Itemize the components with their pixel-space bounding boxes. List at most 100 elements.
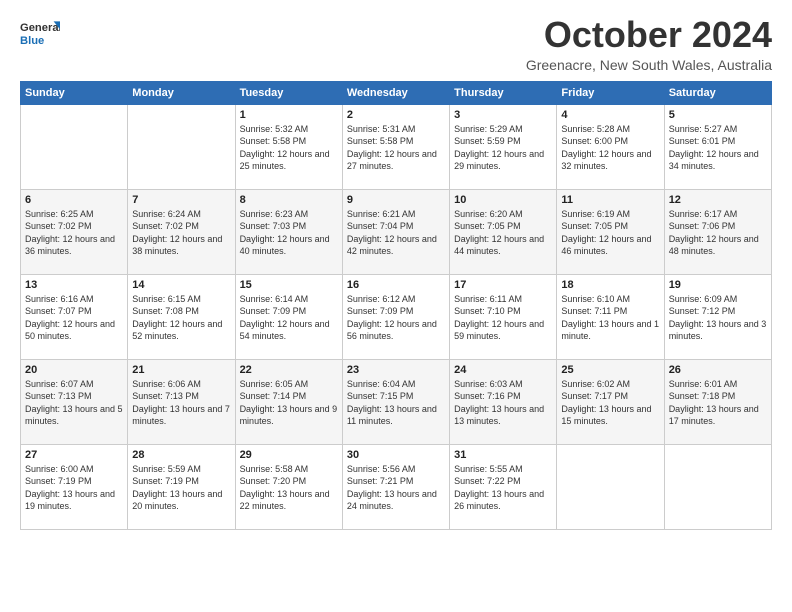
svg-text:Blue: Blue [20, 35, 44, 47]
calendar-cell: 1Sunrise: 5:32 AMSunset: 5:58 PMDaylight… [235, 104, 342, 189]
calendar-week-row: 1Sunrise: 5:32 AMSunset: 5:58 PMDaylight… [21, 104, 772, 189]
calendar-week-row: 27 Sunrise: 6:00 AMSunset: 7:19 PMDayligh… [21, 444, 772, 529]
day-number: 7 [132, 194, 230, 206]
day-info: Sunrise: 5:58 AMSunset: 7:20 PMDaylight:… [240, 463, 338, 513]
calendar-cell: 21 Sunrise: 6:06 AMSunset: 7:13 PMDayligh… [128, 359, 235, 444]
day-number: 21 [132, 364, 230, 376]
day-number: 19 [669, 279, 767, 291]
day-number: 3 [454, 109, 552, 121]
day-number: 2 [347, 109, 445, 121]
day-info: Sunrise: 6:23 AMSunset: 7:03 PMDaylight:… [240, 208, 338, 258]
calendar-cell: 3 Sunrise: 5:29 AMSunset: 5:59 PMDaylight… [450, 104, 557, 189]
logo-icon: General Blue [20, 15, 60, 55]
day-number: 15 [240, 279, 338, 291]
day-info: Sunrise: 6:06 AMSunset: 7:13 PMDaylight:… [132, 378, 230, 428]
calendar-cell: 30Sunrise: 5:56 AMSunset: 7:21 PMDayligh… [342, 444, 449, 529]
day-info: Sunrise: 6:11 AMSunset: 7:10 PMDaylight:… [454, 293, 552, 343]
day-info: Sunrise: 6:24 AMSunset: 7:02 PMDaylight:… [132, 208, 230, 258]
day-number: 28 [132, 449, 230, 461]
day-info: Sunrise: 6:07 AMSunset: 7:13 PMDaylight:… [25, 378, 123, 428]
calendar-header-row: Sunday Monday Tuesday Wednesday Thursday… [21, 81, 772, 104]
th-friday: Friday [557, 81, 664, 104]
day-info: Sunrise: 6:01 AMSunset: 7:18 PMDaylight:… [669, 378, 767, 428]
day-info: Sunrise: 5:28 AMSunset: 6:00 PMDaylight:… [561, 123, 659, 173]
calendar-cell: 19Sunrise: 6:09 AMSunset: 7:12 PMDayligh… [664, 274, 771, 359]
day-number: 30 [347, 449, 445, 461]
svg-text:General: General [20, 22, 60, 34]
day-number: 23 [347, 364, 445, 376]
day-info: Sunrise: 6:14 AMSunset: 7:09 PMDaylight:… [240, 293, 338, 343]
day-info: Sunrise: 6:05 AMSunset: 7:14 PMDaylight:… [240, 378, 338, 428]
calendar-week-row: 20 Sunrise: 6:07 AMSunset: 7:13 PMDayligh… [21, 359, 772, 444]
month-title: October 2024 [526, 15, 772, 55]
calendar-cell: 18 Sunrise: 6:10 AMSunset: 7:11 PMDayligh… [557, 274, 664, 359]
day-info: Sunrise: 5:55 AMSunset: 7:22 PMDaylight:… [454, 463, 552, 513]
calendar-cell: 27 Sunrise: 6:00 AMSunset: 7:19 PMDayligh… [21, 444, 128, 529]
day-info: Sunrise: 5:31 AMSunset: 5:58 PMDaylight:… [347, 123, 445, 173]
calendar-cell [128, 104, 235, 189]
title-block: October 2024 Greenacre, New South Wales,… [526, 15, 772, 73]
calendar-cell: 15 Sunrise: 6:14 AMSunset: 7:09 PMDayligh… [235, 274, 342, 359]
calendar-cell: 7 Sunrise: 6:24 AMSunset: 7:02 PMDaylight… [128, 189, 235, 274]
calendar-table: Sunday Monday Tuesday Wednesday Thursday… [20, 81, 772, 530]
th-saturday: Saturday [664, 81, 771, 104]
day-number: 20 [25, 364, 123, 376]
day-number: 12 [669, 194, 767, 206]
logo: General Blue [20, 15, 60, 55]
day-number: 8 [240, 194, 338, 206]
calendar-cell: 28 Sunrise: 5:59 AMSunset: 7:19 PMDayligh… [128, 444, 235, 529]
th-monday: Monday [128, 81, 235, 104]
calendar-cell [557, 444, 664, 529]
day-number: 17 [454, 279, 552, 291]
calendar-week-row: 6Sunrise: 6:25 AMSunset: 7:02 PMDaylight… [21, 189, 772, 274]
day-info: Sunrise: 5:59 AMSunset: 7:19 PMDaylight:… [132, 463, 230, 513]
day-number: 26 [669, 364, 767, 376]
calendar-cell: 22 Sunrise: 6:05 AMSunset: 7:14 PMDayligh… [235, 359, 342, 444]
th-thursday: Thursday [450, 81, 557, 104]
day-number: 10 [454, 194, 552, 206]
calendar-cell: 14Sunrise: 6:15 AMSunset: 7:08 PMDayligh… [128, 274, 235, 359]
day-number: 22 [240, 364, 338, 376]
page: General Blue October 2024 Greenacre, New… [0, 0, 792, 612]
calendar-cell: 12Sunrise: 6:17 AMSunset: 7:06 PMDayligh… [664, 189, 771, 274]
calendar-cell: 31Sunrise: 5:55 AMSunset: 7:22 PMDayligh… [450, 444, 557, 529]
calendar-cell: 17 Sunrise: 6:11 AMSunset: 7:10 PMDayligh… [450, 274, 557, 359]
day-info: Sunrise: 5:27 AMSunset: 6:01 PMDaylight:… [669, 123, 767, 173]
calendar-cell: 8 Sunrise: 6:23 AMSunset: 7:03 PMDaylight… [235, 189, 342, 274]
day-info: Sunrise: 6:19 AMSunset: 7:05 PMDaylight:… [561, 208, 659, 258]
calendar-cell [21, 104, 128, 189]
header: General Blue October 2024 Greenacre, New… [20, 15, 772, 73]
day-info: Sunrise: 6:21 AMSunset: 7:04 PMDaylight:… [347, 208, 445, 258]
day-number: 27 [25, 449, 123, 461]
calendar-cell: 2 Sunrise: 5:31 AMSunset: 5:58 PMDaylight… [342, 104, 449, 189]
calendar-cell: 10 Sunrise: 6:20 AMSunset: 7:05 PMDayligh… [450, 189, 557, 274]
calendar-cell: 5Sunrise: 5:27 AMSunset: 6:01 PMDaylight… [664, 104, 771, 189]
location-subtitle: Greenacre, New South Wales, Australia [526, 57, 772, 73]
day-number: 4 [561, 109, 659, 121]
calendar-cell: 13Sunrise: 6:16 AMSunset: 7:07 PMDayligh… [21, 274, 128, 359]
calendar-cell: 23 Sunrise: 6:04 AMSunset: 7:15 PMDayligh… [342, 359, 449, 444]
day-info: Sunrise: 6:10 AMSunset: 7:11 PMDaylight:… [561, 293, 659, 343]
day-info: Sunrise: 6:20 AMSunset: 7:05 PMDaylight:… [454, 208, 552, 258]
day-info: Sunrise: 6:04 AMSunset: 7:15 PMDaylight:… [347, 378, 445, 428]
calendar-cell: 4 Sunrise: 5:28 AMSunset: 6:00 PMDaylight… [557, 104, 664, 189]
day-number: 25 [561, 364, 659, 376]
calendar-cell [664, 444, 771, 529]
th-sunday: Sunday [21, 81, 128, 104]
th-tuesday: Tuesday [235, 81, 342, 104]
calendar-cell: 25 Sunrise: 6:02 AMSunset: 7:17 PMDayligh… [557, 359, 664, 444]
day-number: 9 [347, 194, 445, 206]
day-info: Sunrise: 6:25 AMSunset: 7:02 PMDaylight:… [25, 208, 123, 258]
th-wednesday: Wednesday [342, 81, 449, 104]
day-info: Sunrise: 5:29 AMSunset: 5:59 PMDaylight:… [454, 123, 552, 173]
day-number: 18 [561, 279, 659, 291]
day-info: Sunrise: 6:00 AMSunset: 7:19 PMDaylight:… [25, 463, 123, 513]
day-number: 13 [25, 279, 123, 291]
day-number: 11 [561, 194, 659, 206]
day-number: 16 [347, 279, 445, 291]
calendar-cell: 11 Sunrise: 6:19 AMSunset: 7:05 PMDayligh… [557, 189, 664, 274]
day-info: Sunrise: 6:02 AMSunset: 7:17 PMDaylight:… [561, 378, 659, 428]
day-number: 1 [240, 109, 338, 121]
calendar-week-row: 13Sunrise: 6:16 AMSunset: 7:07 PMDayligh… [21, 274, 772, 359]
day-info: Sunrise: 6:03 AMSunset: 7:16 PMDaylight:… [454, 378, 552, 428]
